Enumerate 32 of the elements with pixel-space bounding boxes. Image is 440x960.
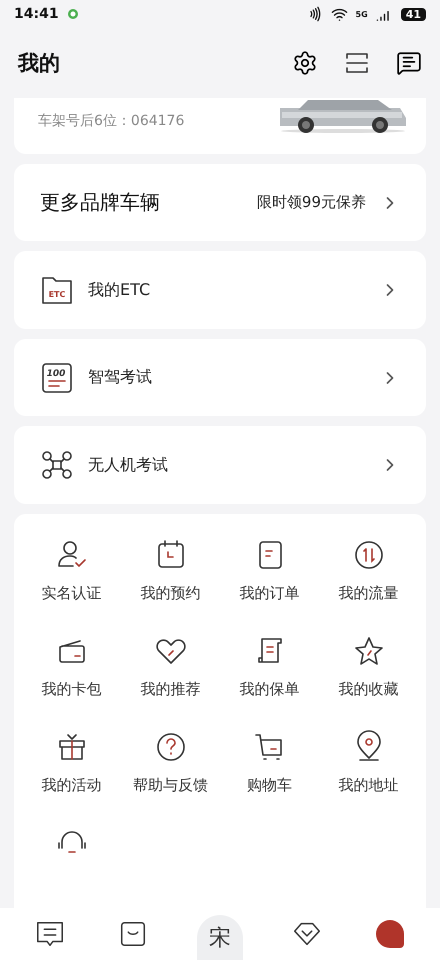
network-type: 5G [356, 10, 368, 18]
brand-title: 更多品牌车辆 [40, 189, 161, 216]
app-notification-icon [66, 8, 79, 20]
service-label: 无人机考试 [88, 454, 169, 476]
menu-item[interactable]: 我的活动 [42, 776, 102, 796]
service-card[interactable]: 无人机考试 [14, 426, 426, 504]
menu-item[interactable]: 我的流量 [338, 584, 398, 604]
menu-item[interactable]: 我的推荐 [140, 680, 200, 700]
service-card[interactable]: 100 智驾考试 [14, 338, 426, 416]
logo-tab[interactable]: 宋 [196, 915, 243, 960]
scan-icon[interactable] [344, 50, 370, 76]
brand-card[interactable]: 更多品牌车辆 限时领99元保养 [14, 164, 426, 242]
settings-icon[interactable] [292, 50, 318, 76]
service-card[interactable]: ETC 我的ETC [14, 251, 426, 329]
exam-paper-icon: 100 [40, 360, 74, 395]
menu-item[interactable]: 我的预约 [140, 584, 200, 604]
vin-text: 车架号后6位：064176 [38, 112, 184, 130]
menu-item[interactable]: 我的保单 [240, 680, 300, 700]
promo-text: 限时领99元保养 [256, 193, 366, 212]
page-title: 我的 [18, 50, 61, 77]
menu-item[interactable]: 购物车 [247, 776, 292, 796]
message-icon[interactable] [396, 50, 422, 76]
menu-item[interactable]: 我的收藏 [338, 680, 398, 700]
menu-item[interactable]: 我的地址 [338, 776, 398, 796]
battery-level: 41 [400, 8, 426, 20]
service-label: 我的ETC [88, 280, 152, 301]
menu-item[interactable]: 实名认证 [42, 584, 102, 604]
menu-item[interactable]: 帮助与反馈 [133, 776, 208, 796]
menu-item[interactable]: 我的订单 [240, 584, 300, 604]
menu-item[interactable]: 我的卡包 [42, 680, 102, 700]
service-label: 智驾考试 [88, 367, 153, 388]
clock: 14:41 [14, 6, 59, 22]
